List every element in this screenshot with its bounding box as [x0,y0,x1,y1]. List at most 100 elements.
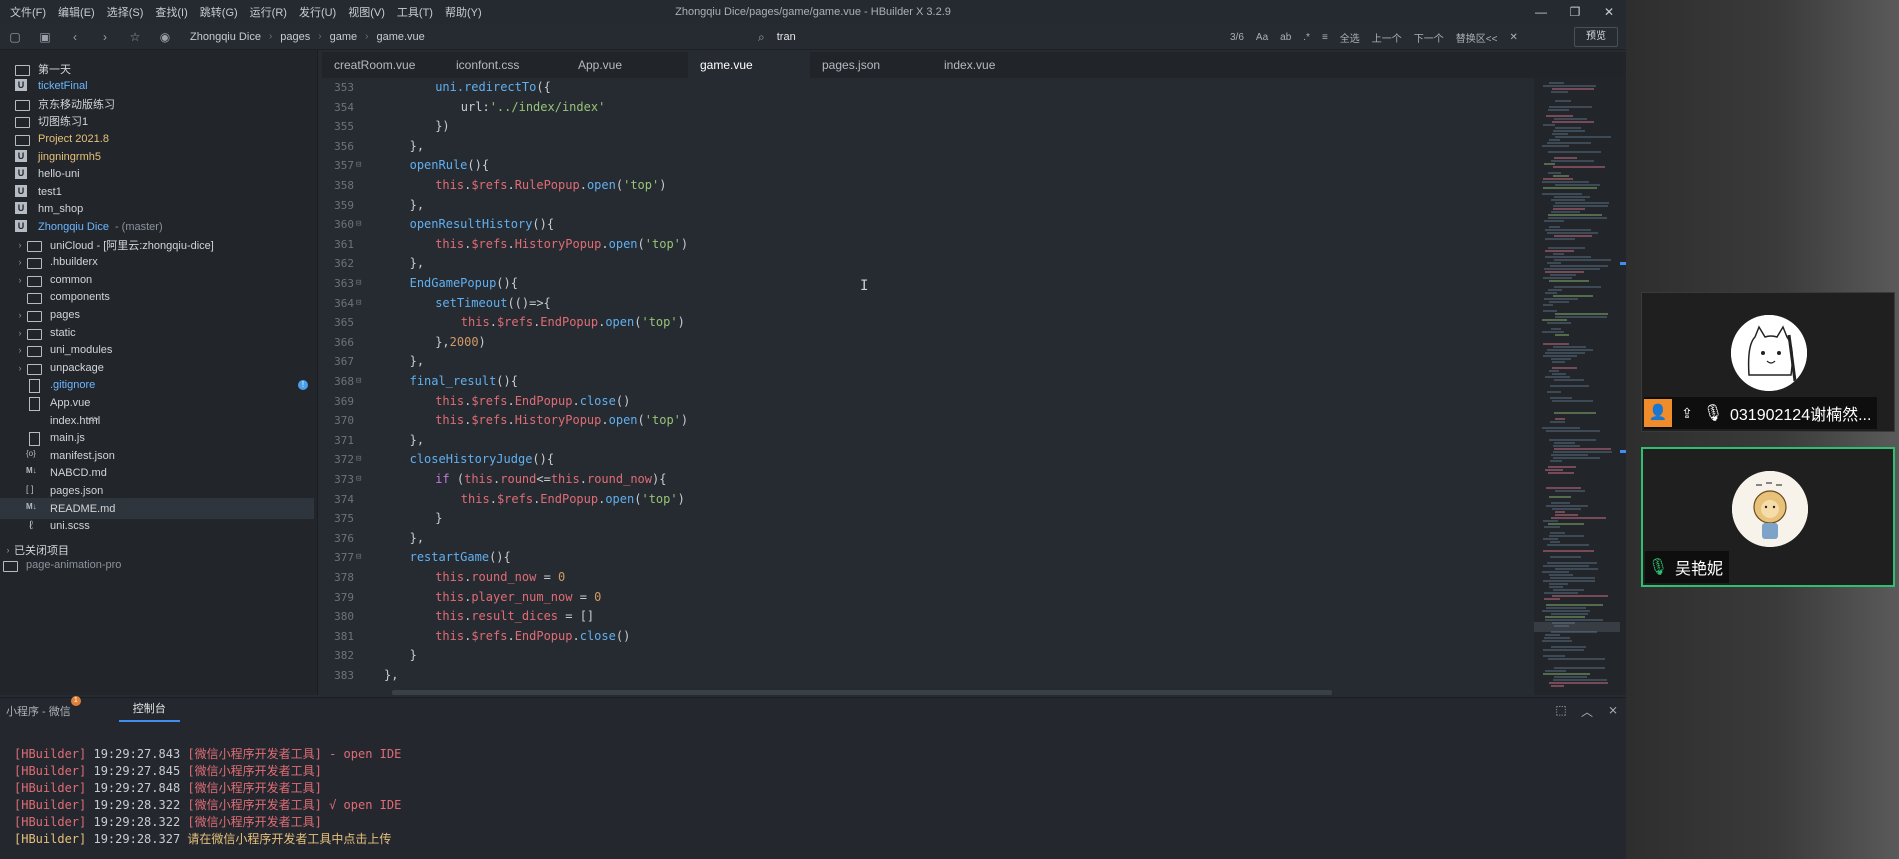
preview-button[interactable]: 预览 [1574,27,1618,47]
fold-toggle-icon[interactable]: ⊟ [356,156,361,176]
expand-arrow-icon[interactable]: › [14,363,26,373]
menu-item[interactable]: 帮助(Y) [439,4,488,20]
participant-tile[interactable]: 🎙 吴艳妮 [1641,447,1895,587]
tab-miniprogram-wechat[interactable]: 小程序 - 微信 1 [6,696,81,719]
breadcrumb-item[interactable]: game [330,31,358,43]
microphone-icon[interactable]: 🎙 [1700,403,1726,423]
find-next-button[interactable]: 下一个 [1414,30,1444,45]
log-src: [HBuilder] [14,781,87,795]
code-token: open [605,315,635,330]
menu-item[interactable]: 发行(U) [293,4,342,20]
new-file-icon[interactable]: ▢ [0,30,30,44]
minimap-line [1545,229,1591,231]
minimap-line [1551,646,1586,648]
chevron-up-icon[interactable]: ︿ [1574,703,1600,720]
code-token: round_now [586,472,652,486]
code-text: uni.redirectTo({ [435,78,551,98]
clear-console-icon[interactable]: ⨯ [1600,703,1626,720]
maximize-button[interactable]: ❐ [1558,0,1592,24]
whole-word-icon[interactable]: ab [1280,32,1291,43]
tree-item[interactable]: uni.scss [0,516,314,537]
find-prev-button[interactable]: 上一个 [1372,30,1402,45]
editor-tab[interactable]: App.vue [566,52,688,78]
regex-icon[interactable]: .* [1303,32,1310,43]
close-button[interactable]: ✕ [1592,0,1626,24]
search-input[interactable]: tran [777,31,796,43]
find-in-selection-icon[interactable]: ≡ [1322,32,1328,43]
select-all-button[interactable]: 全选 [1340,30,1360,45]
expand-arrow-icon[interactable]: › [14,257,26,267]
line-number: 375 [334,512,354,526]
fold-toggle-icon[interactable]: ⊟ [356,215,361,235]
tree-item-label: uni_modules [50,344,113,357]
editor-tab[interactable]: creatRoom.vue [322,52,444,78]
code-token: (()=>{ [507,295,551,310]
expand-arrow-icon[interactable]: › [14,275,26,285]
log-msg: [微信小程序开发者工具] - open IDE [187,747,402,761]
menu-item[interactable]: 视图(V) [342,4,391,20]
editor-tab[interactable]: game.vue [688,52,810,78]
participant-tile[interactable]: 👤 ⇪ 🎙 031902124谢楠然... [1641,292,1895,432]
forward-icon[interactable]: › [90,30,120,44]
replace-toggle-button[interactable]: 替换区<< [1456,30,1498,45]
minimap-line [1555,568,1598,570]
code-token: . [572,393,580,408]
fold-toggle-icon[interactable]: ⊟ [356,548,361,568]
expand-arrow-icon[interactable]: › [14,310,26,320]
horizontal-scrollbar[interactable] [392,690,1332,695]
closed-project-item[interactable]: page-animation-pro [0,555,314,576]
open-folder-icon[interactable]: ⬚ [1548,703,1574,720]
code-line: 357 ⊟ openRule(){ [322,156,1532,176]
tab-console[interactable]: 控制台 [118,700,180,722]
fold-toggle-icon[interactable]: ⊟ [356,450,361,470]
editor-tab[interactable]: index.vue [932,52,1054,78]
minimize-button[interactable]: — [1524,0,1558,24]
close-find-icon[interactable]: ✕ [1509,32,1517,43]
match-count: 3/6 [1230,31,1244,43]
menu-item[interactable]: 工具(T) [391,4,439,20]
menu-item[interactable]: 运行(R) [244,4,293,20]
editor-tab[interactable]: iconfont.css [444,52,566,78]
code-token: HistoryPopup [514,236,602,251]
back-icon[interactable]: ‹ [60,30,90,44]
minimap-line [1547,349,1593,351]
menu-item[interactable]: 编辑(E) [52,4,101,20]
fold-toggle-icon[interactable]: ⊟ [356,470,361,490]
expand-arrow-icon[interactable]: › [14,328,26,338]
code-token: this [460,315,490,330]
fold-toggle-icon[interactable]: ⊟ [356,372,361,392]
code-token: . [507,628,515,643]
project-explorer: 第一天 ticketFinal 京东移动版练习切图练习1 Project 2021.8… [0,50,318,695]
menu-item[interactable]: 选择(S) [101,4,150,20]
expand-arrow-icon[interactable]: › [14,345,26,355]
microphone-active-icon[interactable]: 🎙 [1645,557,1671,577]
code-token: RulePopup [514,178,580,192]
tree-item-label: hello-uni [38,168,80,181]
case-sensitive-icon[interactable]: Aa [1256,32,1268,43]
run-icon[interactable]: ◉ [150,30,180,44]
menu-item[interactable]: 查找(I) [149,4,193,20]
star-icon[interactable]: ☆ [120,30,150,44]
breadcrumb-item[interactable]: game.vue [376,31,424,43]
code-token: . [489,491,497,506]
save-icon[interactable]: ▣ [30,30,60,44]
screen-share-icon: ⇪ [1681,404,1693,421]
minimap-line [1542,319,1567,321]
expand-arrow-icon[interactable]: › [14,240,26,250]
code-text: this.$refs.HistoryPopup.open('top') [435,411,688,431]
menu-item[interactable]: 跳转(G) [194,4,244,20]
minimap-viewport[interactable] [1534,622,1620,632]
minimap-line [1543,580,1595,582]
code-line: 354 url:'../index/index' [322,98,1532,118]
menu-item[interactable]: 文件(F) [4,4,52,20]
code-token: this [435,393,465,408]
breadcrumb-item[interactable]: pages [280,31,310,43]
code-text: openRule(){ [410,156,489,176]
fold-toggle-icon[interactable]: ⊟ [356,294,361,314]
breadcrumb-item[interactable]: Zhongqiu Dice [190,31,261,43]
code-editor[interactable]: I 353 uni.redirectTo({354 url:'../index/in… [322,78,1532,695]
editor-tab[interactable]: pages.json [810,52,932,78]
host-icon: 👤 [1644,399,1672,427]
fold-toggle-icon[interactable]: ⊟ [356,274,361,294]
minimap[interactable] [1534,78,1626,695]
